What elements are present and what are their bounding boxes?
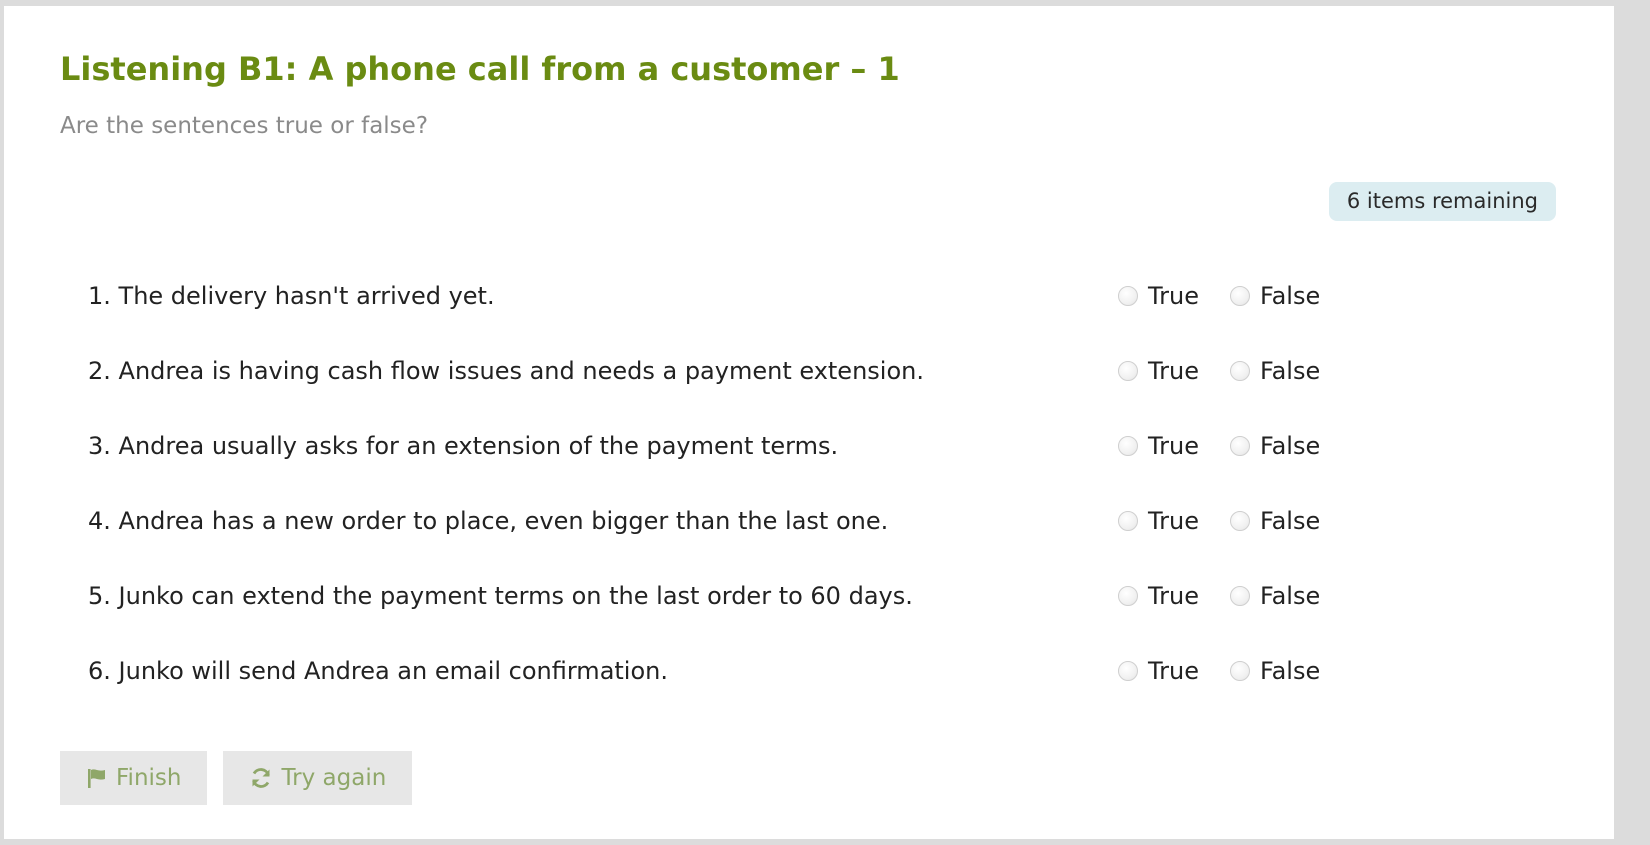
items-remaining-badge: 6 items remaining xyxy=(1328,182,1556,221)
q1-true-option[interactable]: True xyxy=(1118,282,1199,310)
true-label: True xyxy=(1148,282,1199,310)
q3-false-radio[interactable] xyxy=(1230,436,1250,456)
question-text: 4. Andrea has a new order to place, even… xyxy=(88,507,889,535)
true-label: True xyxy=(1148,432,1199,460)
question-row: 2. Andrea is having cash flow issues and… xyxy=(88,355,1428,430)
exercise-card: Listening B1: A phone call from a custom… xyxy=(4,6,1614,839)
q5-true-radio[interactable] xyxy=(1118,586,1138,606)
false-label: False xyxy=(1260,432,1321,460)
q2-true-option[interactable]: True xyxy=(1118,357,1199,385)
q5-false-radio[interactable] xyxy=(1230,586,1250,606)
q5-true-option[interactable]: True xyxy=(1118,582,1199,610)
question-row: 4. Andrea has a new order to place, even… xyxy=(88,505,1428,580)
instruction-text: Are the sentences true or false? xyxy=(60,113,429,139)
question-text: 6. Junko will send Andrea an email confi… xyxy=(88,657,668,685)
question-text: 5. Junko can extend the payment terms on… xyxy=(88,582,913,610)
q4-false-option[interactable]: False xyxy=(1230,507,1320,535)
false-label: False xyxy=(1260,582,1321,610)
question-text: 3. Andrea usually asks for an extension … xyxy=(88,432,839,460)
action-bar: Finish Try again xyxy=(60,751,413,805)
q1-false-radio[interactable] xyxy=(1230,286,1250,306)
true-label: True xyxy=(1148,357,1199,385)
finish-label: Finish xyxy=(116,765,182,791)
q1-true-radio[interactable] xyxy=(1118,286,1138,306)
finish-button[interactable]: Finish xyxy=(60,751,208,805)
q6-false-radio[interactable] xyxy=(1230,661,1250,681)
question-text: 2. Andrea is having cash flow issues and… xyxy=(88,357,924,385)
q2-false-radio[interactable] xyxy=(1230,361,1250,381)
try-again-label: Try again xyxy=(281,765,387,791)
q1-false-option[interactable]: False xyxy=(1230,282,1320,310)
true-label: True xyxy=(1148,507,1199,535)
q6-true-radio[interactable] xyxy=(1118,661,1138,681)
false-label: False xyxy=(1260,282,1321,310)
q4-true-option[interactable]: True xyxy=(1118,507,1199,535)
question-list: 1. The delivery hasn't arrived yet. True… xyxy=(88,280,1428,730)
q3-true-option[interactable]: True xyxy=(1118,432,1199,460)
q2-true-radio[interactable] xyxy=(1118,361,1138,381)
true-label: True xyxy=(1148,582,1199,610)
q6-false-option[interactable]: False xyxy=(1230,657,1320,685)
q3-false-option[interactable]: False xyxy=(1230,432,1320,460)
false-label: False xyxy=(1260,357,1321,385)
try-again-button[interactable]: Try again xyxy=(223,751,413,805)
q5-false-option[interactable]: False xyxy=(1230,582,1320,610)
q4-true-radio[interactable] xyxy=(1118,511,1138,531)
q3-true-radio[interactable] xyxy=(1118,436,1138,456)
q6-true-option[interactable]: True xyxy=(1118,657,1199,685)
q4-false-radio[interactable] xyxy=(1230,511,1250,531)
refresh-icon xyxy=(249,766,273,790)
page-title: Listening B1: A phone call from a custom… xyxy=(60,50,900,88)
false-label: False xyxy=(1260,657,1321,685)
q2-false-option[interactable]: False xyxy=(1230,357,1320,385)
question-row: 5. Junko can extend the payment terms on… xyxy=(88,580,1428,655)
false-label: False xyxy=(1260,507,1321,535)
question-text: 1. The delivery hasn't arrived yet. xyxy=(88,282,495,310)
flag-icon xyxy=(86,767,108,789)
question-row: 1. The delivery hasn't arrived yet. True… xyxy=(88,280,1428,355)
true-label: True xyxy=(1148,657,1199,685)
question-row: 6. Junko will send Andrea an email confi… xyxy=(88,655,1428,730)
question-row: 3. Andrea usually asks for an extension … xyxy=(88,430,1428,505)
